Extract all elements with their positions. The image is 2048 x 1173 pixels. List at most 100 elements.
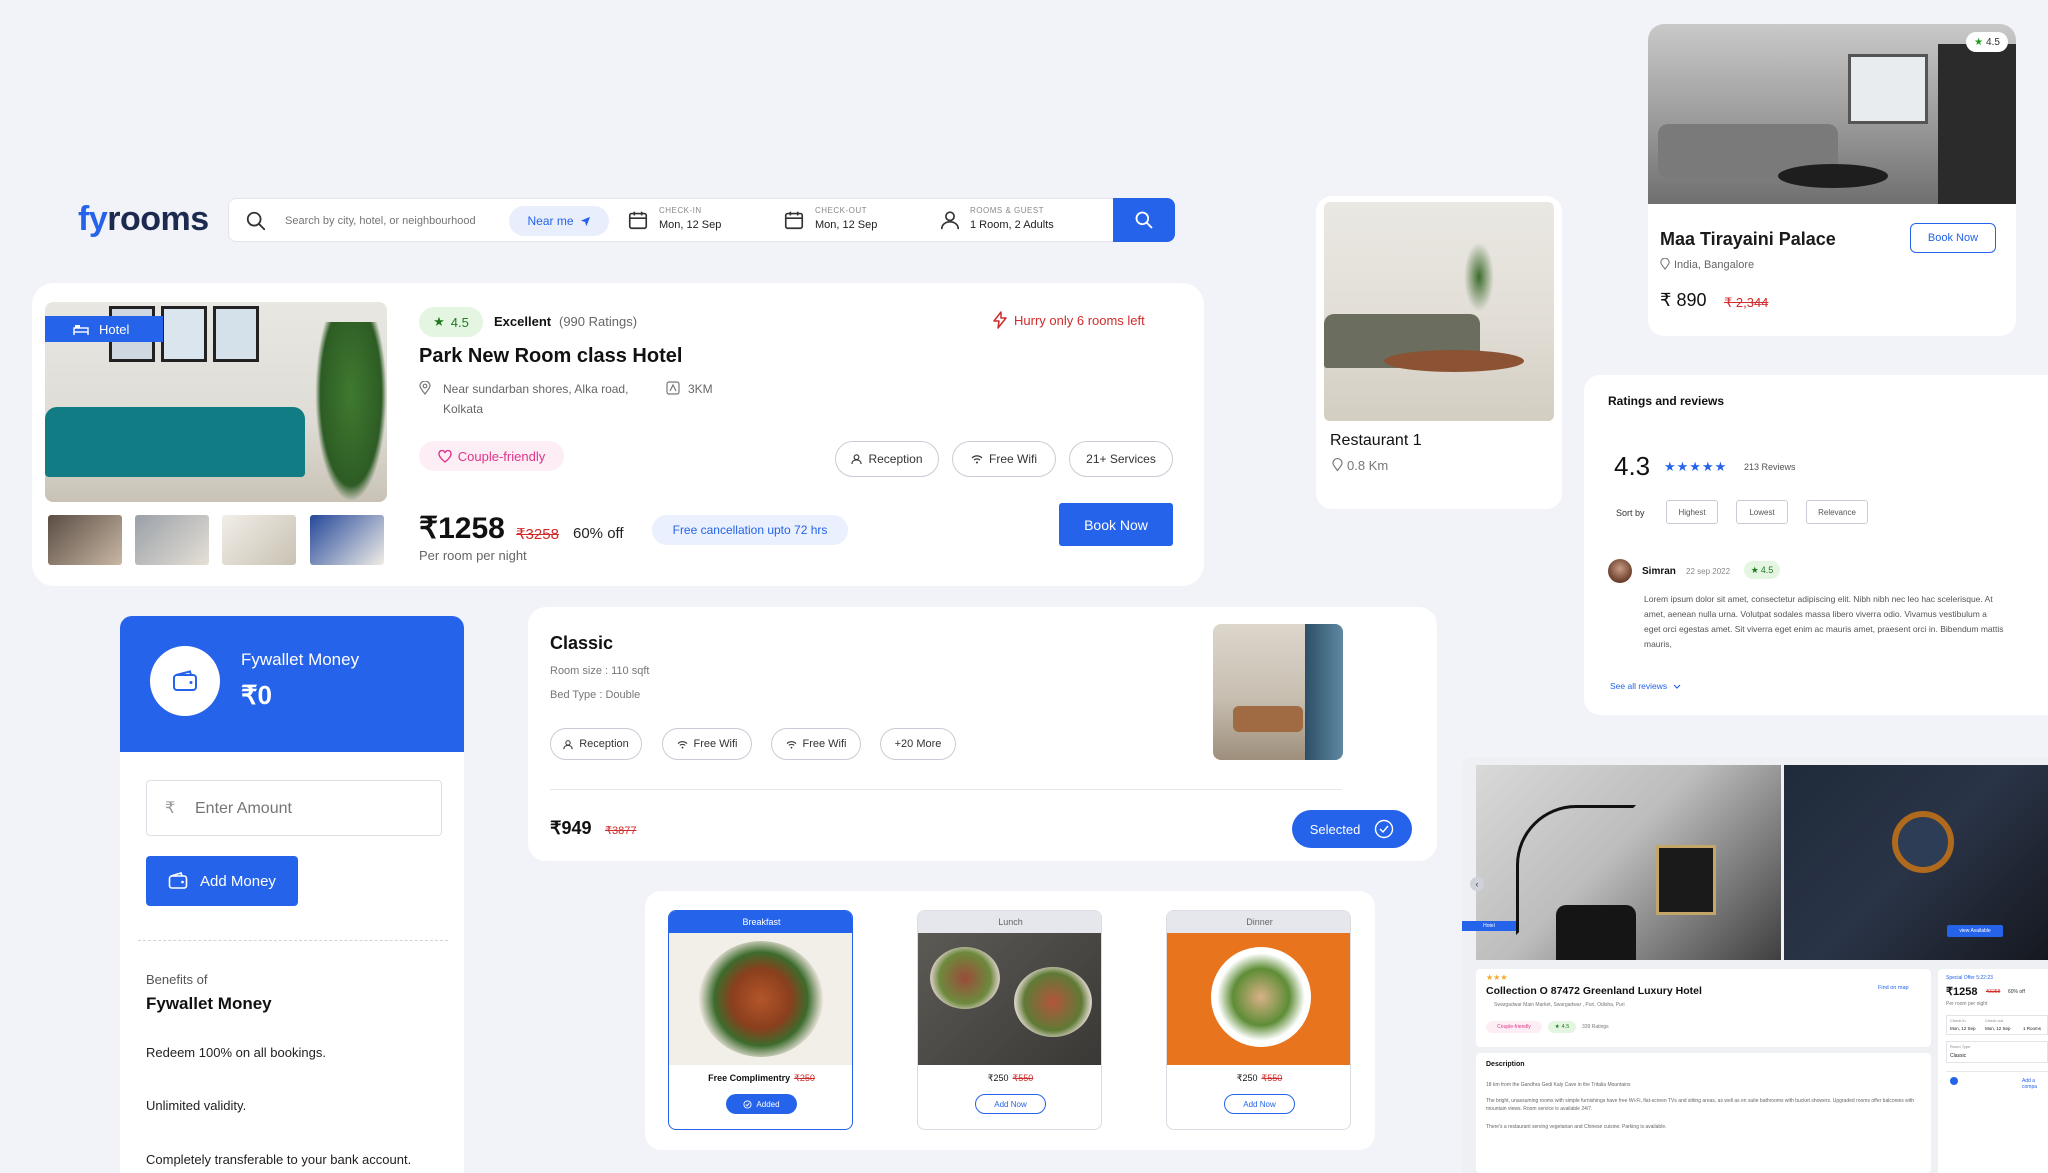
hotel-address-line2: Kolkata: [443, 402, 484, 416]
check-circle-icon: [743, 1099, 752, 1109]
meal-option-dinner[interactable]: Dinner ₹250 ₹550 Add Now: [1166, 910, 1351, 1130]
amenity-wifi[interactable]: Free Wifi: [662, 728, 752, 760]
hotel-name[interactable]: Park New Room class Hotel: [419, 345, 682, 368]
sort-highest-button[interactable]: Highest: [1666, 500, 1718, 524]
amenity-more[interactable]: +20 More: [880, 728, 956, 760]
location-pin-icon: [1660, 258, 1670, 270]
hotel-thumbnail[interactable]: [222, 515, 296, 565]
room-card[interactable]: Classic Room size : 110 sqft Bed Type : …: [528, 607, 1437, 861]
book-now-button[interactable]: Book Now: [1059, 503, 1173, 546]
calendar-icon: [627, 209, 649, 231]
benefit-item: Redeem 100% on all bookings.: [146, 1045, 326, 1060]
benefit-item: Unlimited validity.: [146, 1098, 247, 1113]
compare-toggle-icon[interactable]: [1950, 1077, 1958, 1085]
search-input[interactable]: [283, 209, 503, 233]
wallet-card: Fywallet Money ₹0 ₹ Add Money Benefits o…: [120, 616, 464, 1173]
checkin-picker[interactable]: CHECK-IN Mon, 12 Sep: [627, 205, 777, 237]
restaurant-photo: [1324, 202, 1554, 421]
restaurant-card[interactable]: Restaurant 1 0.8 Km: [1316, 196, 1562, 509]
near-me-button[interactable]: Near me: [509, 206, 609, 236]
special-offer: Special Offer 5:22:23: [1946, 975, 1993, 981]
wallet-add-icon: [168, 872, 188, 890]
couple-friendly-tag: Couple-friendly: [419, 441, 564, 471]
meal-price: ₹250: [1236, 1073, 1258, 1083]
hotel-thumbnail[interactable]: [310, 515, 384, 565]
see-all-reviews-link[interactable]: See all reviews: [1610, 681, 1681, 691]
find-on-map-link[interactable]: Find on map: [1878, 985, 1909, 991]
meal-label: Dinner: [1246, 917, 1273, 927]
hotel-listing-card[interactable]: Hotel ★ 4.5 Excellent (990 Ratings) Hurr…: [32, 283, 1204, 586]
guests-value: 1 Room, 2 Adults: [970, 219, 1054, 231]
meal-option-lunch[interactable]: Lunch ₹250 ₹550 Add Now: [917, 910, 1102, 1130]
brand-logo[interactable]: fyrooms: [78, 200, 209, 239]
amenity-label: +20 More: [894, 738, 942, 750]
meal-label: Breakfast: [742, 917, 781, 927]
navigation-arrow-icon: [580, 216, 591, 227]
amount-input[interactable]: [193, 796, 413, 822]
booking-panel: Special Offer 5:22:23 ₹1258 ₹3258 60% of…: [1938, 969, 2048, 1173]
meal-header: Lunch: [918, 911, 1101, 933]
star-icon: ★: [1554, 1024, 1560, 1030]
hotel-type-label: Hotel: [99, 321, 130, 337]
sort-lowest-button[interactable]: Lowest: [1736, 500, 1788, 524]
couple-friendly-tag: Couple-friendly: [1486, 1021, 1542, 1033]
plate-graphic: [930, 947, 1000, 1009]
hotel-detail-preview: ‹ Hotel view Available ★★★ Collection O …: [1462, 757, 2048, 1173]
meal-added-button[interactable]: Added: [726, 1094, 797, 1114]
frame-graphic: [161, 306, 207, 362]
divider: [550, 789, 1342, 790]
detail-hotel-name: Collection O 87472 Greenland Luxury Hote…: [1486, 985, 1702, 997]
guests-picker[interactable]: ROOMS & GUEST 1 Room, 2 Adults: [933, 205, 1083, 237]
amenity-services[interactable]: 21+ Services: [1069, 441, 1173, 477]
restaurant-distance: 0.8 Km: [1347, 458, 1389, 473]
amenity-wifi[interactable]: Free Wifi: [771, 728, 861, 760]
review-date: 22 sep 2022: [1686, 567, 1731, 576]
plate-graphic: [699, 941, 823, 1057]
selected-button[interactable]: Selected: [1292, 810, 1412, 848]
add-compare-link[interactable]: Add a compa: [2022, 1078, 2048, 1090]
wallet-header: Fywallet Money ₹0: [120, 616, 464, 752]
room-type-label: Room Type: [1950, 1044, 1971, 1049]
rating-count: (990 Ratings): [559, 314, 638, 329]
detail-hotel-address: Swargadwar Main Market, Swargadwar , Pur…: [1494, 1002, 1625, 1008]
booking-price: ₹1258: [1946, 986, 1978, 998]
hotel-thumbnail[interactable]: [135, 515, 209, 565]
description-title: Description: [1486, 1061, 1525, 1068]
sort-relevance-button[interactable]: Relevance: [1806, 500, 1868, 524]
amenity-reception[interactable]: Reception: [835, 441, 939, 477]
amenity-wifi[interactable]: Free Wifi: [952, 441, 1056, 477]
meal-action-label: Add Now: [994, 1099, 1027, 1109]
plate-graphic: [1211, 947, 1311, 1047]
frame-graphic: [213, 306, 259, 362]
amenity-label: Reception: [579, 738, 629, 750]
hotel-main-photo[interactable]: Hotel: [45, 302, 387, 502]
sort-label: Sort by: [1616, 508, 1645, 518]
room-type-select[interactable]: Room Type Classic: [1946, 1041, 2048, 1063]
view-available-badge[interactable]: view Available: [1947, 925, 2003, 937]
reviews-card: Ratings and reviews 4.3 ★★★★★ 213 Review…: [1584, 375, 2048, 715]
palace-card[interactable]: ★ 4.5 Maa Tirayaini Palace India, Bangal…: [1648, 24, 2016, 336]
cancellation-badge: Free cancellation upto 72 hrs: [652, 515, 848, 545]
couple-friendly-label: Couple-friendly: [457, 448, 546, 464]
description-panel: Description 18 km from the Gandhra Gedi …: [1476, 1053, 1931, 1173]
hotel-thumbnail[interactable]: [48, 515, 122, 565]
room-old-price: ₹3877: [605, 825, 637, 837]
palace-location: India, Bangalore: [1674, 259, 1755, 271]
divider: [138, 940, 448, 941]
meal-title: Free Complimentry: [708, 1073, 791, 1083]
meal-add-button[interactable]: Add Now: [975, 1094, 1046, 1114]
checkout-picker[interactable]: CHECK-OUT Mon, 12 Sep: [783, 205, 933, 237]
gallery-prev-button[interactable]: ‹: [1470, 877, 1484, 891]
meal-add-button[interactable]: Add Now: [1224, 1094, 1295, 1114]
palace-book-now-button[interactable]: Book Now: [1910, 223, 1996, 253]
booking-dates[interactable]: Check in Mon, 12 Sep Check out Mon, 12 S…: [1946, 1015, 2048, 1035]
amount-field[interactable]: ₹: [146, 780, 442, 836]
meal-photo: [669, 933, 852, 1065]
add-money-button[interactable]: Add Money: [146, 856, 298, 906]
meal-action-label: Add Now: [1243, 1099, 1276, 1109]
meal-header: Dinner: [1167, 911, 1350, 933]
meal-option-breakfast[interactable]: Breakfast Free Complimentry ₹250 Added: [668, 910, 853, 1130]
currency-symbol: ₹: [165, 800, 176, 817]
search-submit-button[interactable]: [1113, 198, 1175, 242]
amenity-reception[interactable]: Reception: [550, 728, 642, 760]
